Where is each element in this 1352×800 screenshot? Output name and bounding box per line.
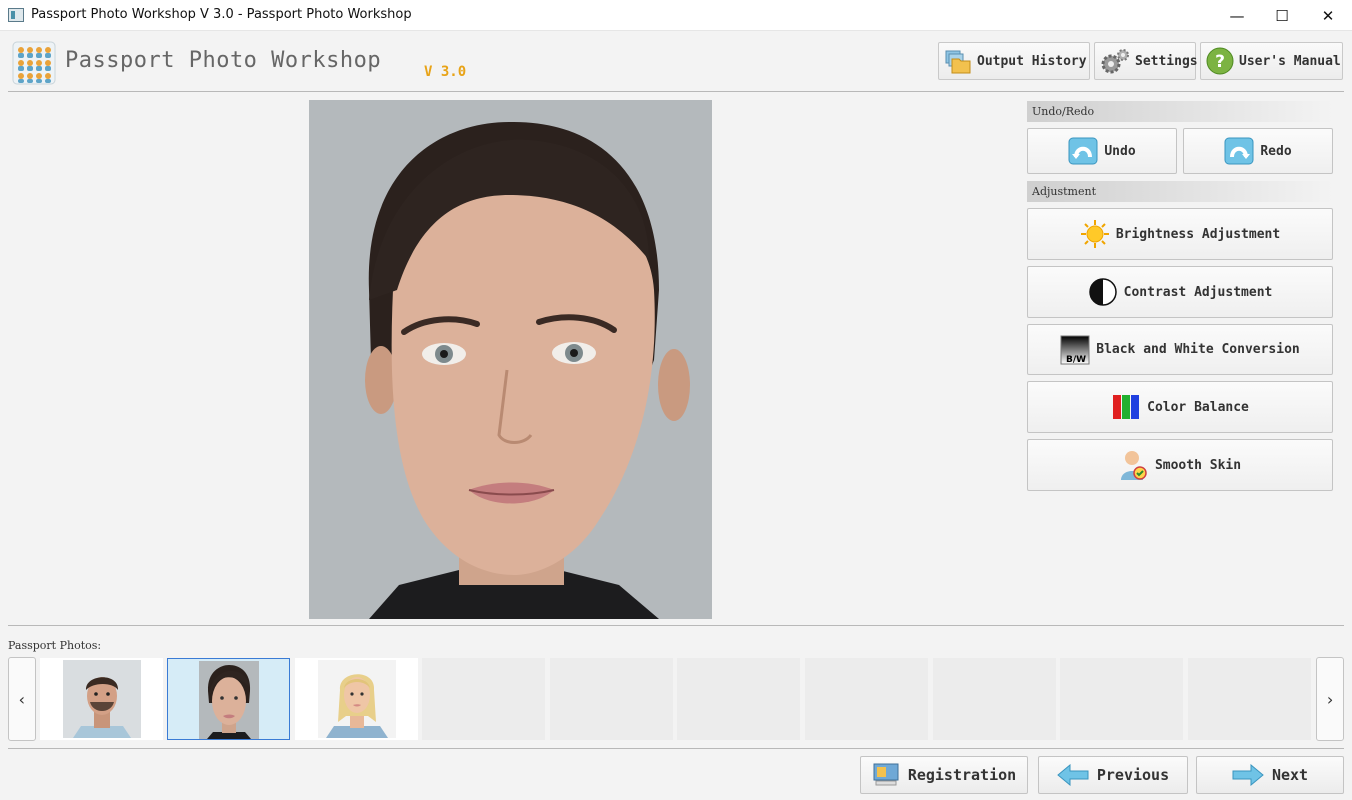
thumbnail-empty-5[interactable]: [550, 658, 673, 740]
thumbnail-blonde-woman-image: [318, 660, 396, 738]
contrast-adjustment-button[interactable]: Contrast Adjustment: [1027, 266, 1333, 318]
settings-label: Settings: [1135, 53, 1198, 69]
help-icon: ?: [1206, 47, 1234, 75]
previous-label: Previous: [1096, 766, 1170, 784]
registration-label: Registration: [907, 766, 1017, 784]
output-history-label: Output History: [977, 53, 1087, 69]
footer-divider: [8, 748, 1344, 749]
portrait-image: [309, 100, 712, 619]
folder-icon: [945, 50, 971, 74]
arrow-right-icon: [1232, 764, 1264, 786]
next-label: Next: [1271, 766, 1309, 784]
rgb-bars-icon: [1113, 395, 1140, 419]
thumbnail-woman-image: [199, 661, 259, 739]
arrow-left-icon: [1057, 764, 1089, 786]
smooth-skin-button[interactable]: Smooth Skin: [1027, 439, 1333, 491]
person-smooth-icon: [1120, 451, 1147, 480]
redo-label: Redo: [1260, 143, 1292, 159]
thumbnail-man-image: [63, 660, 141, 738]
thumbnail-empty-9[interactable]: [1060, 658, 1183, 740]
title-bar: Passport Photo Workshop V 3.0 - Passport…: [0, 0, 1352, 31]
settings-button[interactable]: Settings: [1094, 42, 1198, 80]
contrast-label: Contrast Adjustment: [1123, 284, 1273, 300]
color-balance-label: Color Balance: [1147, 399, 1249, 415]
sun-icon: [1080, 220, 1109, 248]
photo-divider: [8, 625, 1344, 626]
app-window-icon: [8, 8, 24, 22]
thumbnail-empty-6[interactable]: [677, 658, 800, 740]
maximize-button[interactable]: ☐: [1259, 0, 1305, 31]
undo-icon: [1068, 137, 1098, 165]
previous-button[interactable]: Previous: [1038, 756, 1188, 794]
svg-text:?: ?: [1215, 52, 1225, 72]
smooth-skin-label: Smooth Skin: [1154, 457, 1242, 473]
users-manual-label: User's Manual: [1239, 53, 1341, 69]
thumbnail-empty-8[interactable]: [933, 658, 1056, 740]
undo-label: Undo: [1104, 143, 1136, 159]
app-name: Passport Photo Workshop: [65, 48, 382, 73]
close-button[interactable]: ✕: [1305, 0, 1351, 31]
window-title: Passport Photo Workshop V 3.0 - Passport…: [31, 7, 412, 22]
brightness-label: Brightness Adjustment: [1115, 226, 1281, 242]
minimize-button[interactable]: —: [1214, 0, 1260, 31]
users-manual-button[interactable]: ? User's Manual: [1200, 42, 1343, 80]
registration-button[interactable]: Registration: [860, 756, 1028, 794]
black-white-conversion-button[interactable]: B/W Black and White Conversion: [1027, 324, 1333, 375]
bw-icon: B/W: [1060, 335, 1090, 365]
undo-redo-section-label: Undo/Redo: [1027, 101, 1333, 122]
passport-photos-label: Passport Photos:: [8, 639, 102, 652]
thumbnail-1[interactable]: [40, 658, 163, 740]
bw-icon-text: B/W: [1066, 355, 1086, 365]
thumbnail-3[interactable]: [295, 658, 418, 740]
redo-icon: [1224, 137, 1254, 165]
thumbnail-2[interactable]: [167, 658, 290, 740]
thumbnail-empty-4[interactable]: [422, 658, 545, 740]
contrast-icon: [1088, 278, 1117, 306]
adjustment-section-label: Adjustment: [1027, 181, 1333, 202]
registration-icon: [873, 763, 899, 786]
version-label: V 3.0: [424, 64, 467, 80]
brightness-adjustment-button[interactable]: Brightness Adjustment: [1027, 208, 1333, 260]
bw-conversion-label: Black and White Conversion: [1096, 342, 1300, 357]
thumbnail-empty-10[interactable]: [1188, 658, 1311, 740]
thumbnails-prev-button[interactable]: ‹: [8, 657, 36, 741]
undo-button[interactable]: Undo: [1027, 128, 1177, 174]
output-history-button[interactable]: Output History: [938, 42, 1090, 80]
color-balance-button[interactable]: Color Balance: [1027, 381, 1333, 433]
next-button[interactable]: Next: [1196, 756, 1344, 794]
thumbnails-next-button[interactable]: ›: [1316, 657, 1344, 741]
gear-icon: [1101, 49, 1129, 74]
header-divider: [8, 91, 1344, 92]
app-logo-icon: [12, 41, 56, 85]
redo-button[interactable]: Redo: [1183, 128, 1333, 174]
main-photo: [309, 100, 712, 619]
thumbnail-empty-7[interactable]: [805, 658, 928, 740]
